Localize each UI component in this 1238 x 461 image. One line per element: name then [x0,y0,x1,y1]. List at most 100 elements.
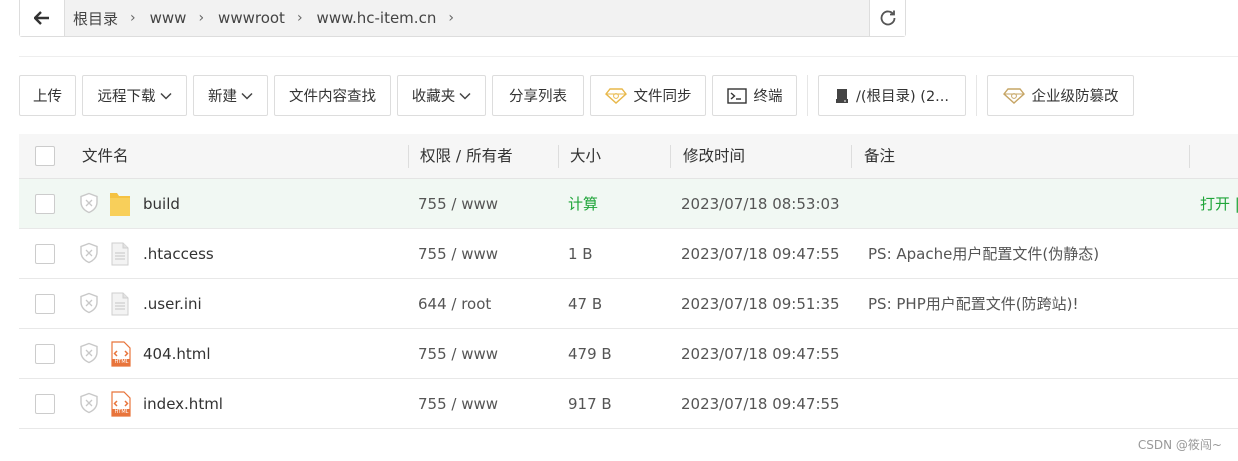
shield-icon[interactable] [79,392,99,418]
table-row[interactable]: .htaccess 755 / www 1 B 2023/07/18 09:47:55… [19,229,1238,279]
file-mtime: 2023/07/18 09:51:35 [681,295,840,313]
html-file-icon: HTML [111,391,131,421]
file-note[interactable]: PS: Apache用户配置文件(伪静态) [868,229,1099,279]
refresh-button[interactable] [869,0,905,36]
button-label: /(根目录) (2... [855,89,950,105]
table-header: 文件名 权限 / 所有者 大小 修改时间 备注 [19,134,1238,179]
file-icon [111,292,129,320]
remote-download-button[interactable]: 远程下载 [82,75,187,116]
column-divider [558,145,559,168]
breadcrumb-wwwroot[interactable]: wwwroot › [218,9,317,27]
share-list-button[interactable]: 分享列表 [492,75,584,116]
file-mtime: 2023/07/18 09:47:55 [681,345,840,363]
upload-button[interactable]: 上传 [19,75,76,116]
folder-icon [109,190,131,222]
button-label: 终端 [753,89,783,105]
favorites-button[interactable]: 收藏夹 [397,75,486,116]
file-permission[interactable]: 755 / www [418,179,498,229]
button-label: 企业级防篡改 [1031,89,1119,105]
column-divider [851,145,852,168]
shield-icon[interactable] [79,192,99,218]
table-row[interactable]: build 755 / www 计算 2023/07/18 08:53:03 打开 | [19,179,1238,229]
breadcrumb-label: www [149,9,187,27]
file-size[interactable]: 计算 [568,179,598,229]
html-file-icon: HTML [111,341,131,371]
toolbar: 上传 远程下载 新建 文件内容查找 收藏夹 分享列表 文件同步 终端 /(根目录… [19,75,1140,116]
button-label: 文件同步 [633,89,692,105]
file-mtime: 2023/07/18 09:47:55 [681,245,840,263]
row-checkbox[interactable] [35,194,55,214]
button-label: 分享列表 [509,89,567,105]
chevron-right-icon: › [448,10,454,26]
file-permission[interactable]: 755 / www [418,229,498,279]
column-divider [670,145,671,168]
file-size: 479 B [568,345,612,363]
shield-icon[interactable] [79,342,99,368]
select-all-checkbox[interactable] [35,146,55,166]
header-size[interactable]: 大小 [570,134,601,179]
file-permission[interactable]: 755 / www [418,379,498,429]
back-button[interactable] [20,0,65,36]
file-name[interactable]: 404.html [143,329,211,379]
watermark: CSDN @筱闯~ [1137,438,1222,452]
header-note[interactable]: 备注 [864,134,895,179]
open-link[interactable]: 打开 | [1200,179,1238,229]
chevron-right-icon: › [198,10,205,26]
file-name[interactable]: .htaccess [143,229,214,279]
shield-icon[interactable] [79,242,99,268]
breadcrumb-root[interactable]: 根目录 › [73,8,150,29]
arrow-left-icon [34,11,49,25]
breadcrumb: 根目录 › www › wwwroot › www.hc-item.cn › [65,0,869,36]
table-row[interactable]: HTML index.html 755 / www 917 B 2023/07/18 0… [19,379,1238,429]
file-icon [111,242,129,270]
toolbar-divider [807,75,808,116]
html-badge-text: HTML [114,409,129,415]
header-mtime[interactable]: 修改时间 [683,134,745,179]
file-name[interactable]: .user.ini [143,279,202,329]
new-button[interactable]: 新建 [193,75,268,116]
enterprise-tamper-button[interactable]: 企业级防篡改 [987,75,1134,116]
disk-button[interactable]: /(根目录) (2... [818,75,966,116]
row-checkbox[interactable] [35,294,55,314]
file-size: 47 B [568,295,603,313]
refresh-icon [880,10,895,26]
chevron-down-icon [459,92,471,100]
row-checkbox[interactable] [35,394,55,414]
file-permission[interactable]: 644 / root [418,279,491,329]
chevron-right-icon: › [130,10,136,26]
file-mtime: 2023/07/18 08:53:03 [681,195,840,213]
chevron-down-icon [159,92,172,100]
divider [19,56,1238,57]
button-label: 上传 [33,89,62,105]
breadcrumb-site[interactable]: www.hc-item.cn › [317,9,468,27]
breadcrumb-label: www.hc-item.cn [316,9,437,27]
button-label: 新建 [208,89,237,105]
file-name[interactable]: index.html [143,379,223,429]
content-search-button[interactable]: 文件内容查找 [274,75,391,116]
terminal-button[interactable]: 终端 [712,75,797,116]
header-name[interactable]: 文件名 [82,134,129,179]
header-permission[interactable]: 权限 / 所有者 [420,134,513,179]
button-label: 文件内容查找 [289,89,376,105]
button-label: 远程下载 [97,89,156,105]
row-checkbox[interactable] [35,344,55,364]
file-sync-button[interactable]: 文件同步 [590,75,706,116]
chevron-right-icon: › [296,10,303,26]
breadcrumb-label: wwwroot [218,9,285,27]
file-mtime: 2023/07/18 09:47:55 [681,395,840,413]
diamond-icon [604,87,627,104]
file-note[interactable]: PS: PHP用户配置文件(防跨站)! [868,279,1078,329]
file-name[interactable]: build [143,179,180,229]
html-badge-text: HTML [114,359,129,365]
table-row[interactable]: .user.ini 644 / root 47 B 2023/07/18 09:51:… [19,279,1238,329]
shield-icon[interactable] [79,292,99,318]
table-row[interactable]: HTML 404.html 755 / www 479 B 2023/07/18 09:… [19,329,1238,379]
breadcrumb-www[interactable]: www › [150,9,218,27]
row-checkbox[interactable] [35,244,55,264]
file-size: 1 B [568,245,593,263]
toolbar-divider [976,75,977,116]
breadcrumb-label: 根目录 [73,9,119,28]
file-size: 917 B [568,395,612,413]
chevron-down-icon [241,92,253,100]
file-permission[interactable]: 755 / www [418,329,498,379]
